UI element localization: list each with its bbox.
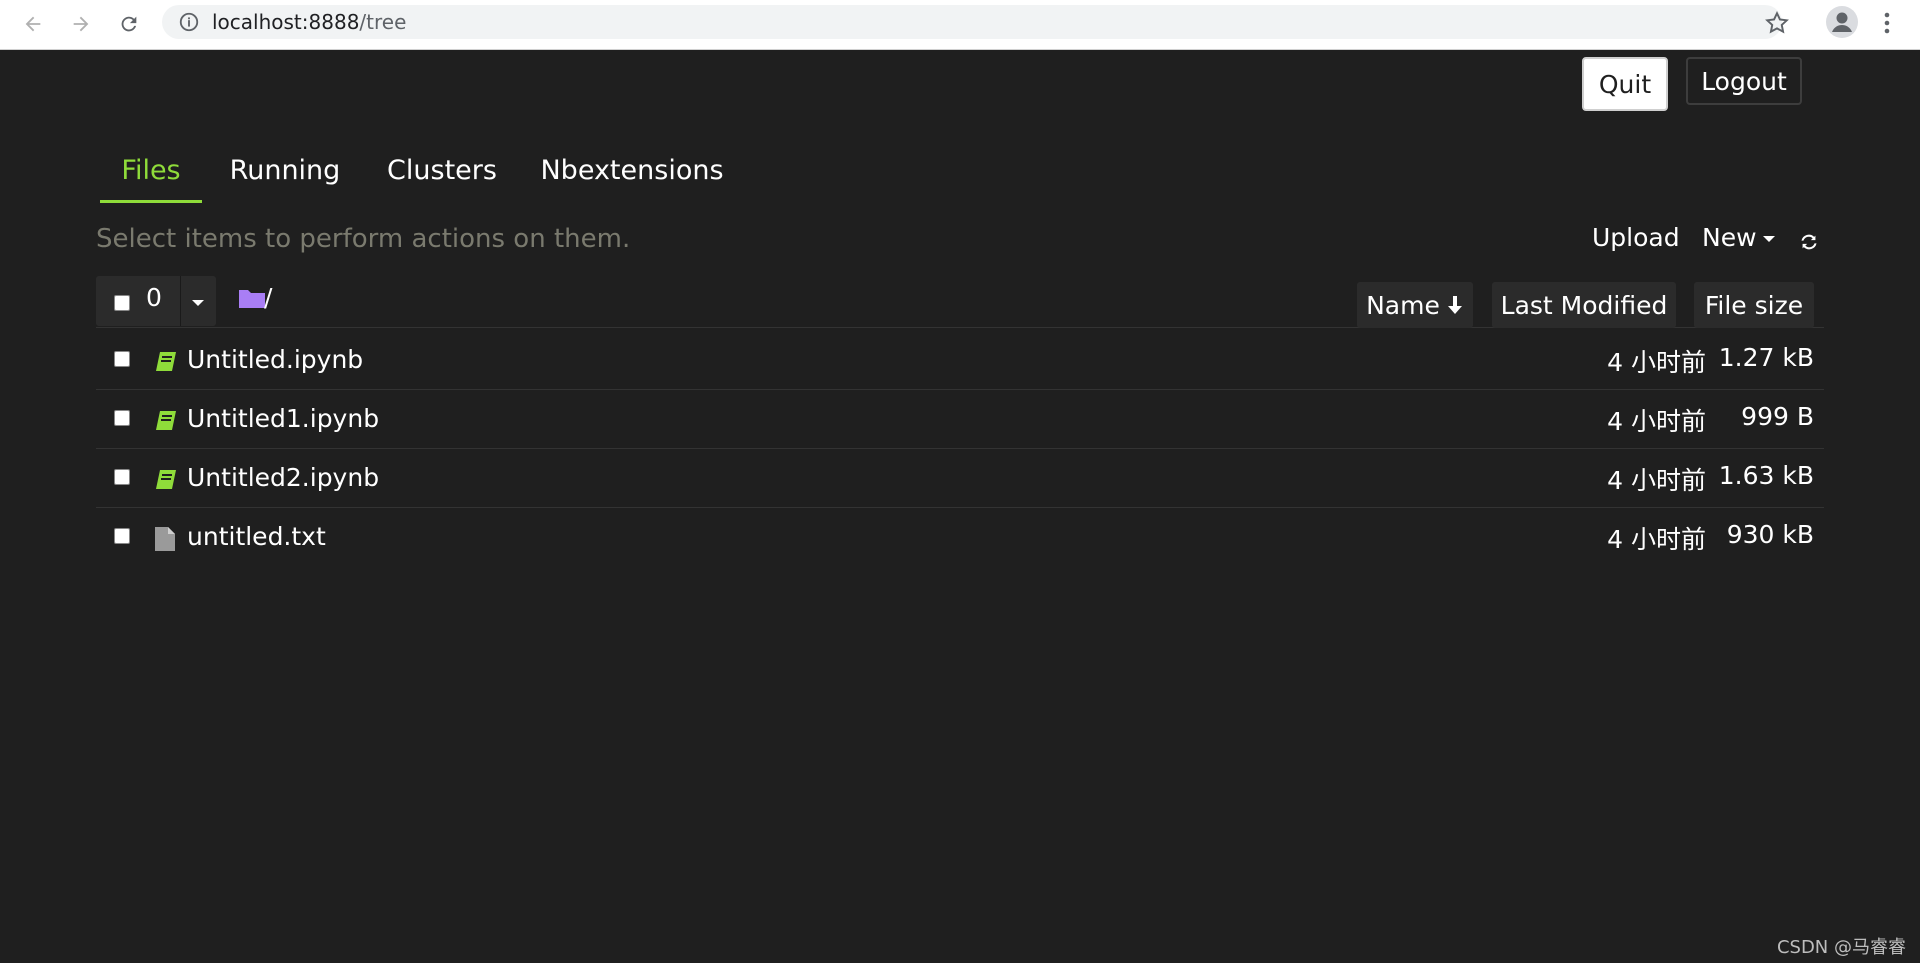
arrow-right-icon [73,16,89,32]
arrow-down-icon [1447,296,1462,314]
item-size: 1.63 kB [1718,461,1814,490]
selection-hint: Select items to perform actions on them. [96,224,631,254]
breadcrumb-path[interactable]: / [264,283,272,312]
url-host: localhost:8888 [212,10,360,34]
url-path: /tree [359,10,407,34]
item-modified: 4 小时前 [1607,407,1706,436]
forward-button[interactable] [66,9,96,39]
notebook-icon [156,411,176,430]
item-name[interactable]: Untitled.ipynb [187,345,363,374]
logout-button[interactable]: Logout [1686,57,1802,105]
item-modified: 4 小时前 [1607,466,1706,495]
watermark: CSDN @马睿睿 [1776,937,1906,958]
folder-icon[interactable] [238,287,266,309]
tab-running[interactable]: Running [222,155,348,203]
notebook-icon [156,352,176,371]
sort-by-name-button[interactable]: Name [1357,282,1473,328]
list-item[interactable]: untitled.txt 4 小时前 930 kB [96,508,1824,566]
item-name[interactable]: Untitled2.ipynb [187,463,379,492]
sort-by-size-button[interactable]: File size [1694,282,1814,328]
more-vert-icon[interactable] [1880,10,1894,36]
list-item[interactable]: Untitled.ipynb 4 小时前 1.27 kB [96,331,1824,390]
item-checkbox[interactable] [114,528,130,544]
sort-by-modified-button[interactable]: Last Modified [1492,282,1676,328]
selected-count: 0 [146,283,162,312]
sort-name-label: Name [1366,290,1440,320]
item-modified: 4 小时前 [1607,525,1706,554]
item-size: 999 B [1741,402,1814,431]
arrow-left-icon [25,16,41,32]
reload-icon [121,16,137,32]
file-icon [155,527,175,551]
item-size: 930 kB [1726,520,1814,549]
item-size: 1.27 kB [1718,343,1814,372]
select-menu-caret-icon[interactable] [192,300,204,306]
upload-button[interactable]: Upload [1592,223,1680,252]
reload-button[interactable] [114,9,144,39]
back-button[interactable] [18,9,48,39]
notebook-icon [156,470,176,489]
item-checkbox[interactable] [114,469,130,485]
item-name[interactable]: Untitled1.ipynb [187,404,379,433]
new-label: New [1702,223,1757,252]
tab-clusters[interactable]: Clusters [382,155,502,203]
tab-files[interactable]: Files [100,155,202,203]
new-dropdown[interactable]: New [1702,223,1775,252]
info-icon[interactable] [178,11,200,33]
tab-nbextensions[interactable]: Nbextensions [536,155,728,203]
chevron-down-icon [1762,236,1775,242]
item-checkbox[interactable] [114,351,130,367]
item-modified: 4 小时前 [1607,348,1706,377]
divider [180,276,181,326]
profile-avatar-icon[interactable] [1825,5,1859,39]
list-item[interactable]: Untitled2.ipynb 4 小时前 1.63 kB [96,449,1824,508]
select-all-checkbox[interactable] [114,295,130,311]
quit-button[interactable]: Quit [1582,57,1668,111]
browser-toolbar: localhost:8888/tree [0,0,1920,50]
refresh-icon[interactable] [1798,231,1820,253]
list-item[interactable]: Untitled1.ipynb 4 小时前 999 B [96,390,1824,449]
star-icon[interactable] [1764,10,1790,36]
url-text[interactable]: localhost:8888/tree [212,9,406,35]
item-checkbox[interactable] [114,410,130,426]
item-name[interactable]: untitled.txt [187,522,326,551]
